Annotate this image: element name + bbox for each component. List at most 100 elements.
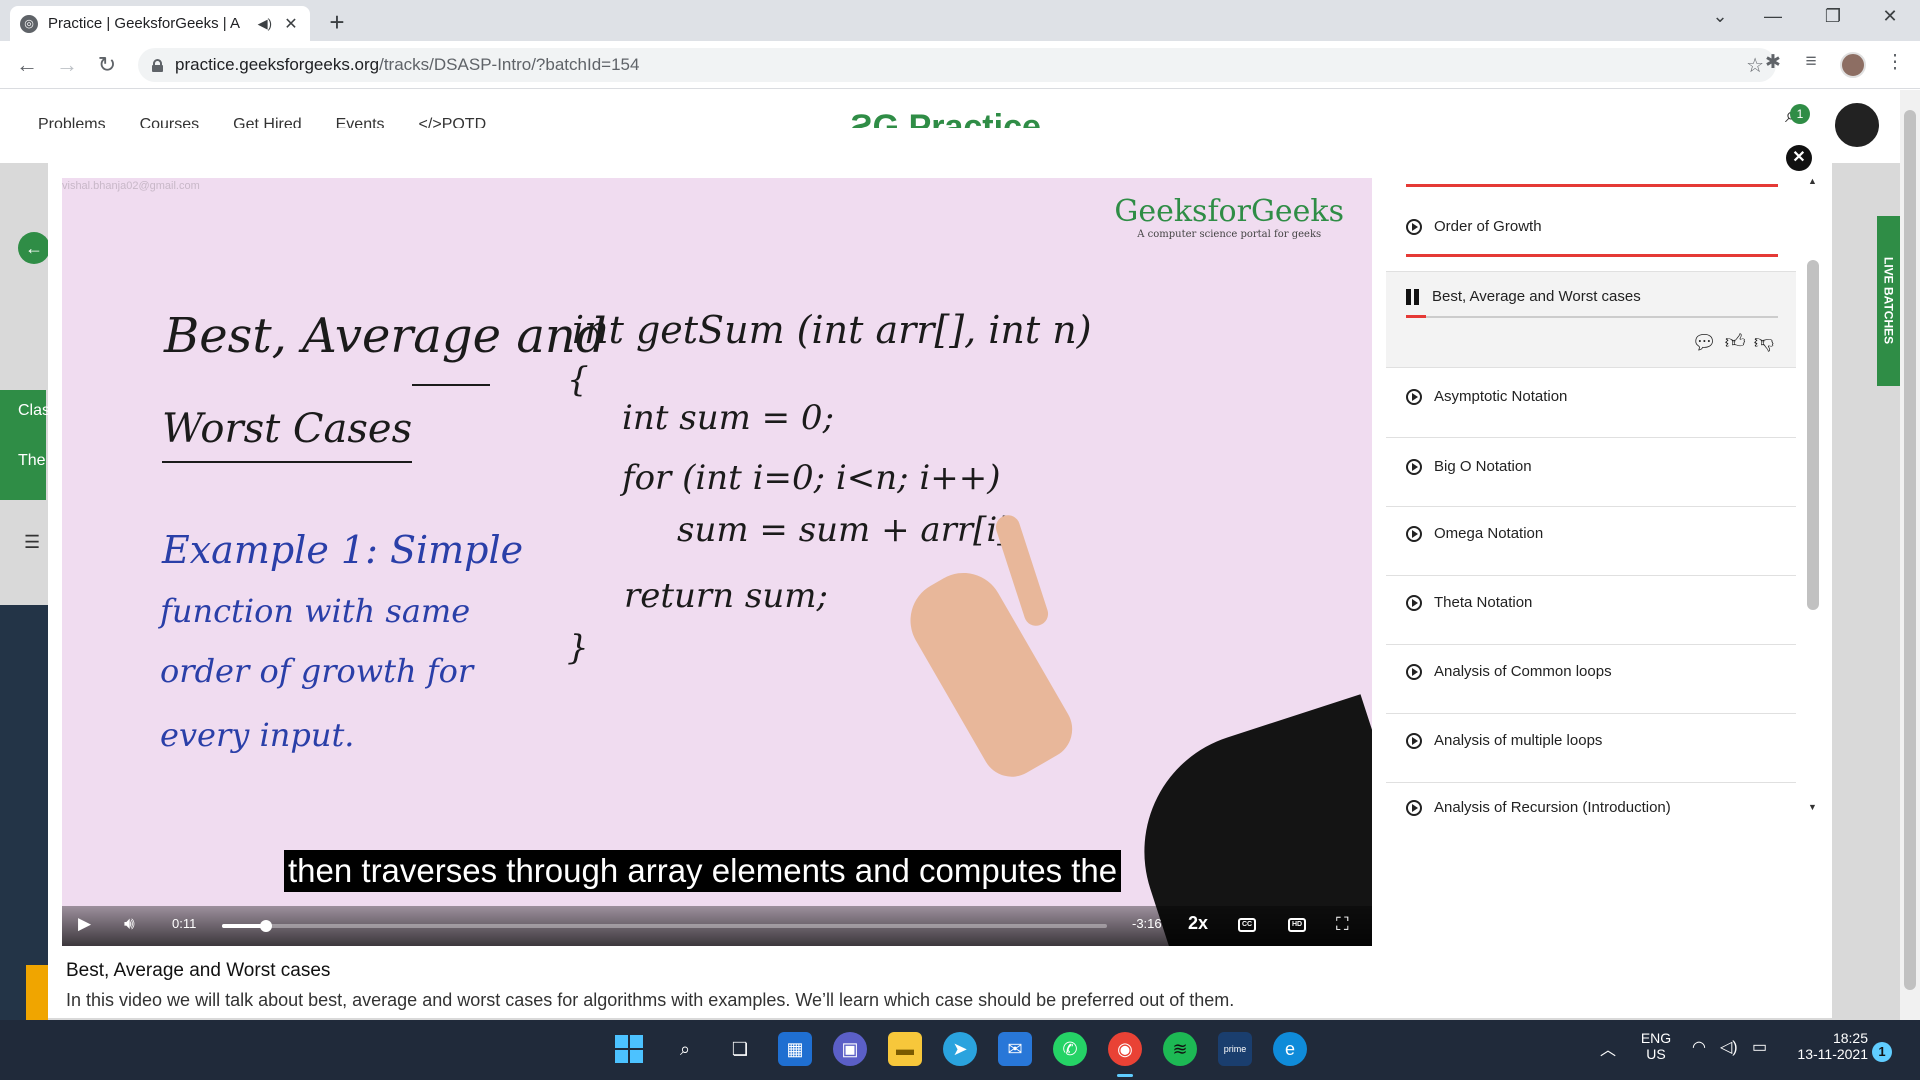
clock-date: 13-11-2021 — [1797, 1046, 1868, 1062]
new-tab-button[interactable]: + — [322, 8, 352, 38]
teams-chat-icon[interactable]: ▣ — [833, 1032, 867, 1066]
board-title-line2: Worst Cases — [162, 406, 413, 452]
menu-kebab-icon[interactable]: ⋮ — [1882, 51, 1908, 74]
tab-close-icon[interactable]: ✕ — [282, 14, 300, 34]
presenter-hand — [895, 558, 1084, 788]
url-text[interactable]: practice.geeksforgeeks.org/tracks/DSASP-… — [175, 55, 639, 75]
close-modal-button[interactable]: ✕ — [1786, 145, 1812, 171]
board-underline — [412, 384, 490, 386]
play-circle-icon — [1406, 799, 1422, 816]
board-code-line: } — [567, 628, 589, 668]
scroll-down-arrow-icon[interactable]: ▼ — [1808, 802, 1817, 812]
board-code-line: int sum = 0; — [622, 398, 835, 438]
playback-speed-button[interactable]: 2x — [1188, 913, 1208, 934]
search-icon[interactable]: ⌕ — [668, 1032, 702, 1066]
edge-icon[interactable]: e — [1273, 1032, 1307, 1066]
playlist-item[interactable]: Analysis of Common loops — [1386, 645, 1796, 714]
scroll-up-arrow-icon[interactable]: ▲ — [1808, 176, 1817, 186]
play-icon[interactable]: ▶ — [78, 914, 91, 934]
telegram-icon[interactable]: ➤ — [943, 1032, 977, 1066]
playlist-item[interactable]: Big O Notation — [1386, 438, 1796, 507]
video-controls: ▶ 🔊︎ 0:11 -3:16 2x CC HD ⛶ — [62, 906, 1372, 946]
board-example-line: function with same — [160, 592, 471, 630]
notification-center-badge[interactable]: 1 — [1872, 1042, 1892, 1062]
maximize-button[interactable]: ❐ — [1813, 6, 1853, 27]
side-label-class[interactable]: Clas — [18, 402, 50, 420]
browser-tab-strip: ◎ Practice | GeeksforGeeks | A ◀) ✕ + ⌄ … — [0, 0, 1920, 41]
whatsapp-icon[interactable]: ✆ — [1053, 1032, 1087, 1066]
playlist-item-label: Best, Average and Worst cases — [1432, 288, 1641, 305]
hd-quality-icon[interactable]: HD — [1288, 918, 1306, 932]
forward-button[interactable]: → — [52, 51, 82, 81]
user-avatar[interactable] — [1832, 100, 1882, 150]
gfg-brand-overlay: GeeksforGeeks A computer science portal … — [1114, 194, 1344, 240]
page-accent-block — [26, 965, 48, 1020]
volume-icon[interactable]: ◁) — [1720, 1037, 1738, 1057]
speaker-icon[interactable]: ◀) — [258, 16, 272, 32]
playlist-item-label: Order of Growth — [1434, 218, 1542, 235]
list-icon[interactable]: ☰ — [24, 532, 40, 553]
profile-avatar[interactable] — [1840, 52, 1866, 78]
playlist-item[interactable]: Analysis of Recursion (Introduction) — [1386, 783, 1796, 820]
language-indicator[interactable]: ENG US — [1638, 1030, 1674, 1062]
captions-icon[interactable]: CC — [1238, 918, 1256, 932]
chrome-icon[interactable]: ◉ — [1108, 1032, 1142, 1066]
playlist-item[interactable]: Theta Notation — [1386, 576, 1796, 645]
file-explorer-icon[interactable]: ▬ — [888, 1032, 922, 1066]
address-bar[interactable]: practice.geeksforgeeks.org/tracks/DSASP-… — [138, 48, 1776, 82]
close-window-button[interactable]: ✕ — [1870, 6, 1910, 27]
board-code-line: for (int i=0; i<n; i++) — [622, 458, 1001, 498]
clock-time: 18:25 — [1832, 1030, 1868, 1046]
playlist-item-label: Omega Notation — [1434, 525, 1544, 542]
scroll-thumb[interactable] — [1807, 260, 1819, 610]
playlist-item-active[interactable]: Best, Average and Worst cases 💬︎ 👍︎ 👎︎ — [1386, 272, 1796, 368]
playlist-item[interactable]: Order of Growth — [1386, 200, 1796, 272]
playlist-scrollbar[interactable]: ▲ ▼ — [1804, 170, 1822, 820]
playlist-item[interactable]: Omega Notation — [1386, 507, 1796, 576]
fullscreen-icon[interactable]: ⛶ — [1336, 914, 1349, 935]
wifi-icon[interactable]: ◠ — [1692, 1037, 1706, 1057]
thumbs-up-icon[interactable]: 👍︎ — [1725, 330, 1746, 355]
playlist-item-label: Analysis of multiple loops — [1434, 732, 1603, 749]
playlist-item[interactable]: Analysis of multiple loops — [1386, 714, 1796, 783]
playlist-item[interactable]: Asymptotic Notation — [1386, 368, 1796, 438]
tab-search-icon[interactable]: ⌄ — [1700, 6, 1740, 27]
play-circle-icon — [1406, 525, 1422, 542]
back-button[interactable]: ← — [12, 51, 42, 81]
progress-line — [1406, 184, 1778, 187]
media-control-icon[interactable]: ≡ — [1798, 51, 1824, 73]
video-title: Best, Average and Worst cases — [66, 960, 331, 981]
battery-icon[interactable]: ▭ — [1752, 1037, 1767, 1057]
volume-icon[interactable]: 🔊︎ — [124, 914, 135, 934]
video-player[interactable]: vishal.bhanja02@gmail.com GeeksforGeeks … — [62, 178, 1372, 946]
prime-video-icon[interactable]: prime — [1218, 1032, 1252, 1066]
show-hidden-icons[interactable]: ︿ — [1600, 1036, 1616, 1060]
extensions-icon[interactable]: ✱ — [1760, 51, 1786, 74]
task-view-icon[interactable]: ❏ — [723, 1032, 757, 1066]
clock[interactable]: 18:25 13-11-2021 — [1790, 1030, 1868, 1062]
minimize-button[interactable]: — — [1753, 6, 1793, 27]
board-code-line: return sum; — [624, 576, 828, 616]
page-scrollbar[interactable] — [1900, 90, 1920, 1020]
browser-tab[interactable]: ◎ Practice | GeeksforGeeks | A ◀) ✕ — [10, 6, 310, 41]
progress-knob[interactable] — [260, 920, 272, 932]
side-label-theory[interactable]: The — [18, 452, 46, 470]
lock-icon[interactable] — [152, 58, 163, 72]
playlist-item-label: Big O Notation — [1434, 458, 1532, 475]
thumbs-down-icon[interactable]: 👎︎ — [1754, 330, 1774, 355]
spotify-icon[interactable]: ≋ — [1163, 1032, 1197, 1066]
widgets-icon[interactable]: ▦ — [778, 1032, 812, 1066]
notification-badge[interactable]: 1 — [1790, 104, 1810, 124]
back-arrow-icon[interactable]: ← — [18, 232, 50, 264]
windows-start-icon[interactable] — [612, 1032, 646, 1066]
board-example-line: every input. — [160, 716, 355, 754]
comment-icon[interactable]: 💬︎ — [1691, 330, 1716, 355]
mail-icon[interactable]: ✉ — [998, 1032, 1032, 1066]
progress-bar[interactable] — [222, 920, 1107, 932]
play-circle-icon — [1406, 388, 1422, 405]
brand-name: GeeksforGeeks — [1114, 194, 1344, 229]
live-batches-tab[interactable]: LIVE BATCHES — [1877, 216, 1900, 386]
pause-icon — [1406, 288, 1420, 305]
reload-button[interactable]: ↻ — [92, 51, 122, 81]
playlist-item-label: Analysis of Recursion (Introduction) — [1434, 799, 1671, 816]
